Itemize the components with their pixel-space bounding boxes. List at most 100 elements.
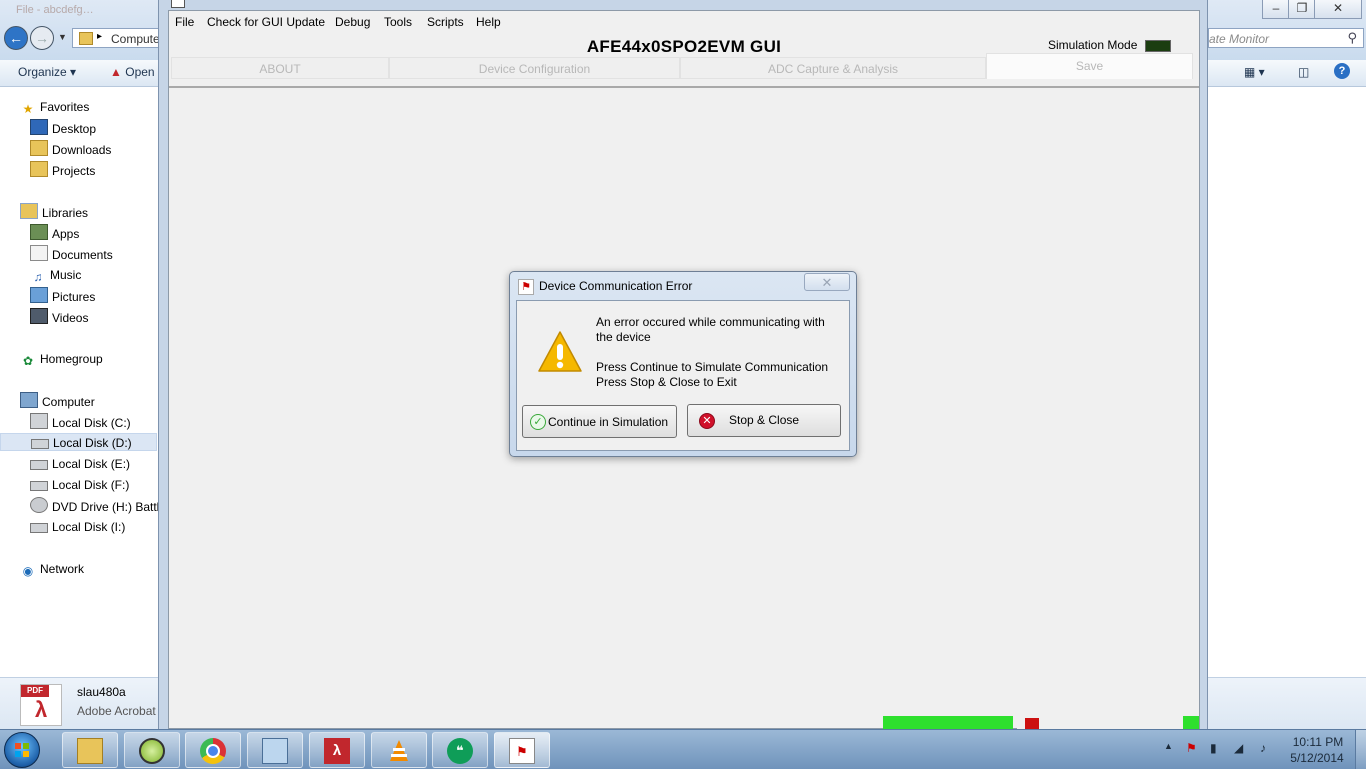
stop-x-icon: ✕	[699, 413, 715, 429]
menu-check-for-gui-update[interactable]: Check for GUI Update	[207, 15, 325, 29]
search-input[interactable]: ate Monitor ⚲	[1208, 28, 1364, 48]
app-window-icon	[171, 0, 185, 8]
help-icon[interactable]: ?	[1334, 63, 1350, 79]
tab-save[interactable]: Save	[986, 53, 1193, 79]
music-icon: ♫	[33, 270, 43, 284]
organize-menu[interactable]: Organize ▾	[18, 65, 76, 79]
nav-desktop[interactable]: Desktop	[30, 119, 96, 137]
apps-library-icon	[30, 224, 48, 240]
continue-button-label: Continue in Simulation	[548, 415, 669, 429]
nav-disk-f[interactable]: Local Disk (F:)	[30, 476, 129, 494]
dialog-close-button[interactable]: ✕	[804, 273, 850, 291]
taskbar-chrome[interactable]	[185, 732, 241, 768]
menu-bar: File Check for GUI Update Debug Tools Sc…	[169, 11, 1199, 33]
menu-file[interactable]: File	[175, 15, 194, 29]
dialog-message-line-3: Press Continue to Simulate Communication	[596, 360, 829, 374]
taskbar-adobe-reader[interactable]: λ	[309, 732, 365, 768]
computer-icon	[20, 392, 38, 408]
taskbar-app-green-circle[interactable]	[124, 732, 180, 768]
simulation-mode-label: Simulation Mode	[1048, 38, 1138, 52]
menu-help[interactable]: Help	[476, 15, 501, 29]
green-circle-app-icon	[139, 738, 165, 764]
nav-dvd-h[interactable]: DVD Drive (H:) Battle	[30, 497, 158, 515]
tray-overflow-icon[interactable]: ▲	[1164, 741, 1173, 751]
control-panel-icon	[262, 738, 288, 764]
tab-about[interactable]: ABOUT	[171, 57, 389, 79]
nav-downloads[interactable]: Downloads	[30, 140, 111, 158]
taskbar-control-panel[interactable]	[247, 732, 303, 768]
running-man-icon: ⚑	[518, 279, 534, 295]
open-button[interactable]: ▲ Open	[110, 65, 155, 79]
menu-debug[interactable]: Debug	[335, 15, 370, 29]
nav-disk-d[interactable]: Local Disk (D:)	[0, 433, 157, 451]
close-window-button[interactable]: ✕	[1314, 0, 1362, 19]
check-icon: ✓	[530, 414, 546, 430]
status-area	[1017, 716, 1197, 730]
view-options-icon[interactable]: ▦ ▾	[1244, 65, 1265, 79]
preview-pane-icon[interactable]: ◫	[1298, 65, 1309, 79]
nav-disk-e[interactable]: Local Disk (E:)	[30, 455, 130, 473]
volume-icon[interactable]: ♪	[1260, 741, 1266, 755]
documents-icon	[30, 245, 48, 261]
taskbar-file-explorer[interactable]	[62, 732, 118, 768]
address-bar[interactable]: ▸ Computer	[72, 28, 164, 48]
nav-music[interactable]: ♫ Music	[30, 266, 82, 284]
device-communication-error-dialog: ⚑ Device Communication Error ✕ An error …	[509, 271, 857, 457]
show-desktop-button[interactable]	[1355, 730, 1366, 769]
disk-icon	[31, 439, 49, 449]
minimize-button[interactable]: –	[1262, 0, 1290, 19]
folder-icon	[79, 32, 93, 45]
nav-disk-c[interactable]: Local Disk (C:)	[30, 413, 131, 431]
menu-scripts[interactable]: Scripts	[427, 15, 464, 29]
pdf-file-icon: PDF λ	[20, 684, 62, 726]
taskbar-vlc[interactable]	[371, 732, 427, 768]
clock-date[interactable]: 5/12/2014	[1288, 751, 1346, 765]
nav-documents[interactable]: Documents	[30, 245, 113, 263]
breadcrumb-arrow-icon[interactable]: ▸	[97, 31, 102, 42]
taskbar-afe-gui[interactable]: ⚑	[494, 732, 550, 768]
stop-and-close-button[interactable]: ✕ Stop & Close	[687, 404, 841, 437]
navigation-pane: ★ Favorites Desktop Downloads Projects Li…	[0, 87, 158, 677]
nav-videos[interactable]: Videos	[30, 308, 88, 326]
tab-device-configuration[interactable]: Device Configuration	[389, 57, 680, 79]
dialog-message-line-4: Press Stop & Close to Exit	[596, 375, 737, 389]
tab-strip: ABOUT Device Configuration ADC Capture &…	[171, 53, 1197, 81]
system-disk-icon	[30, 413, 48, 429]
simulation-mode-indicator	[1145, 40, 1171, 52]
folder-icon	[30, 161, 48, 177]
nav-computer[interactable]: Computer	[20, 392, 95, 410]
maximize-button[interactable]: ❐	[1288, 0, 1316, 19]
nav-homegroup[interactable]: ✿ Homegroup	[20, 350, 103, 368]
dialog-message-line-1: An error occured while communicating wit…	[596, 315, 825, 329]
videos-icon	[30, 308, 48, 324]
search-icon[interactable]: ⚲	[1347, 30, 1357, 46]
nav-pictures[interactable]: Pictures	[30, 287, 95, 305]
tab-adc-capture-analysis[interactable]: ADC Capture & Analysis	[680, 57, 986, 79]
disk-icon	[30, 481, 48, 491]
dialog-body: An error occured while communicating wit…	[516, 300, 850, 451]
nav-disk-i[interactable]: Local Disk (I:)	[30, 518, 125, 536]
hangouts-icon: ❝	[447, 738, 473, 764]
taskbar-hangouts[interactable]: ❝	[432, 732, 488, 768]
nav-favorites[interactable]: ★ Favorites	[20, 98, 90, 116]
nav-network[interactable]: ◉ Network	[20, 560, 84, 578]
battery-icon[interactable]: ▮	[1210, 741, 1217, 755]
star-icon: ★	[22, 102, 34, 116]
clock-time[interactable]: 10:11 PM	[1290, 735, 1346, 749]
action-center-flag-icon[interactable]: ⚑	[1186, 741, 1197, 755]
nav-projects[interactable]: Projects	[30, 161, 95, 179]
recent-pages-dropdown-icon[interactable]: ▼	[58, 32, 67, 42]
menu-tools[interactable]: Tools	[384, 15, 412, 29]
start-button[interactable]	[4, 732, 40, 768]
forward-arrow-icon[interactable]: →	[30, 26, 54, 50]
adobe-reader-icon: λ	[324, 738, 350, 764]
explorer-title-fragment: File - abcdefg…	[16, 4, 94, 16]
nav-apps[interactable]: Apps	[30, 224, 79, 242]
nav-libraries[interactable]: Libraries	[20, 203, 88, 221]
libraries-icon	[20, 203, 38, 219]
continue-in-simulation-button[interactable]: ✓ Continue in Simulation	[522, 405, 677, 438]
wifi-signal-icon[interactable]: ◢	[1234, 741, 1243, 755]
homegroup-icon: ✿	[22, 354, 34, 368]
stop-button-label: Stop & Close	[729, 413, 800, 427]
back-arrow-icon[interactable]: ←	[4, 26, 28, 50]
